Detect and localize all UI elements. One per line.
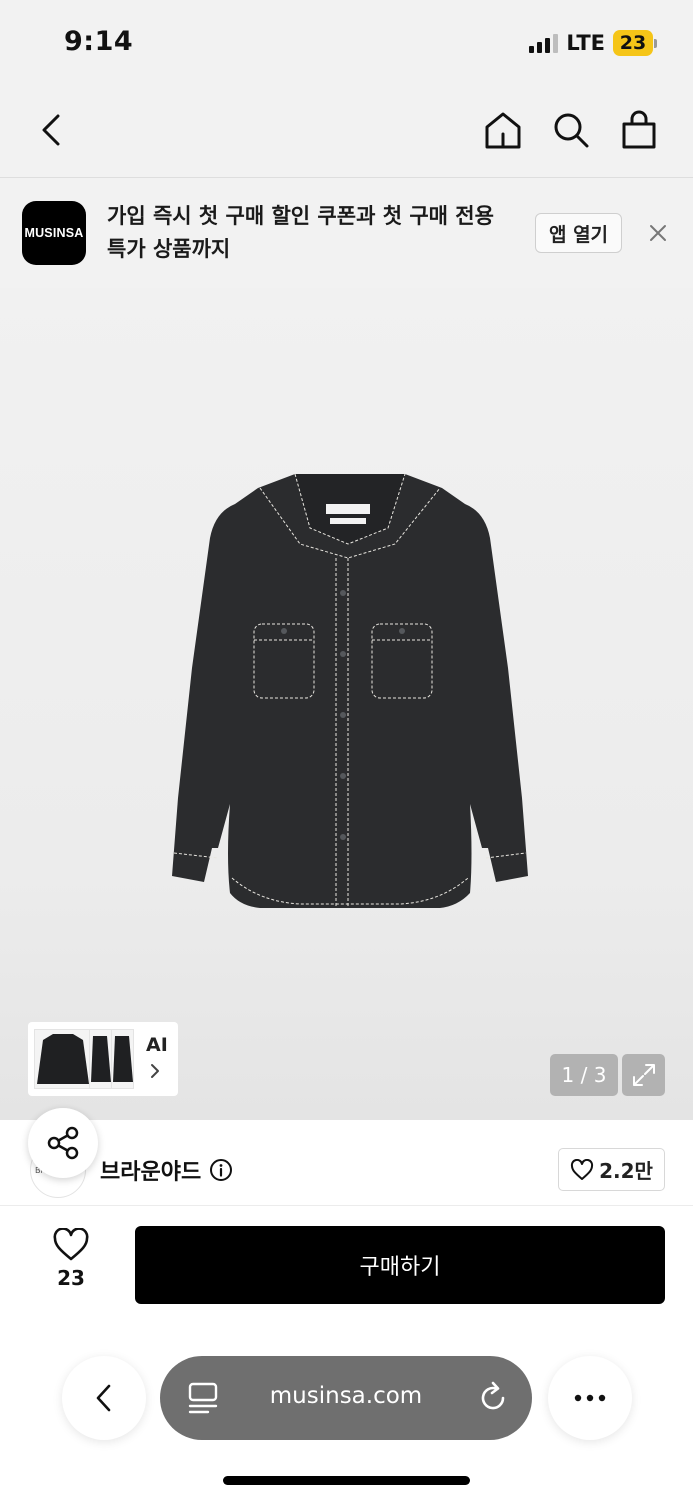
home-button[interactable]	[483, 108, 523, 152]
share-button[interactable]	[28, 1108, 98, 1178]
page-indicator: 1 / 3	[550, 1054, 618, 1096]
brand-link[interactable]: 브라운야드	[100, 1154, 233, 1186]
open-app-button[interactable]: 앱 열기	[535, 213, 622, 253]
banner-message: 가입 즉시 첫 구매 할인 쿠폰과 첫 구매 전용 특가 상품까지	[107, 204, 494, 261]
battery-icon: 23	[613, 30, 657, 56]
back-button[interactable]	[34, 110, 68, 150]
cart-button[interactable]	[619, 108, 659, 152]
info-icon[interactable]	[209, 1158, 233, 1182]
wishlist-button[interactable]: 23	[42, 1228, 100, 1300]
purchase-bar: 23 구매하기	[0, 1206, 693, 1330]
buy-button[interactable]: 구매하기	[135, 1226, 665, 1304]
more-button[interactable]	[548, 1356, 632, 1440]
product-image-gallery[interactable]: AI 1 / 3	[0, 288, 693, 1120]
ai-label: AI	[146, 1034, 168, 1056]
heart-icon	[571, 1158, 594, 1180]
brand-row: Bro 브라운야드 2.2만	[0, 1108, 693, 1206]
chevron-right-icon	[151, 1064, 159, 1078]
close-icon	[650, 225, 666, 241]
network-type: LTE	[566, 31, 605, 55]
battery-level: 23	[613, 30, 653, 56]
banner-close-button[interactable]	[644, 219, 672, 247]
search-icon	[554, 113, 589, 148]
home-icon	[485, 112, 521, 149]
musinsa-logo: MUSINSA	[22, 201, 86, 265]
wishlist-count: 23	[57, 1266, 85, 1290]
chevron-left-icon	[42, 114, 60, 146]
chevron-left-icon	[96, 1384, 111, 1412]
ai-thumbnail-strip[interactable]: AI	[28, 1022, 178, 1096]
thumbnail-1[interactable]	[34, 1029, 90, 1089]
top-nav	[0, 88, 693, 178]
status-time: 9:14	[64, 26, 134, 57]
more-icon	[574, 1394, 606, 1402]
brand-like-button[interactable]: 2.2만	[558, 1148, 665, 1191]
search-button[interactable]	[551, 108, 591, 152]
status-bar: 9:14 LTE 23	[0, 0, 693, 88]
home-indicator	[223, 1476, 470, 1485]
app-install-banner: MUSINSA 가입 즉시 첫 구매 할인 쿠폰과 첫 구매 전용 특가 상품까…	[0, 178, 693, 288]
status-indicators: LTE 23	[529, 30, 657, 56]
signal-icon	[529, 33, 559, 53]
shopping-bag-icon	[622, 110, 656, 149]
reload-icon[interactable]	[476, 1380, 510, 1416]
expand-button[interactable]	[622, 1054, 665, 1096]
browser-toolbar: musinsa.com	[0, 1330, 693, 1500]
address-bar[interactable]: musinsa.com	[160, 1356, 532, 1440]
brand-name: 브라운야드	[100, 1160, 202, 1185]
browser-back-button[interactable]	[62, 1356, 146, 1440]
heart-icon	[53, 1228, 89, 1261]
share-icon	[47, 1126, 79, 1160]
product-image	[172, 473, 528, 908]
brand-like-count: 2.2만	[599, 1159, 653, 1183]
expand-icon	[632, 1064, 655, 1086]
